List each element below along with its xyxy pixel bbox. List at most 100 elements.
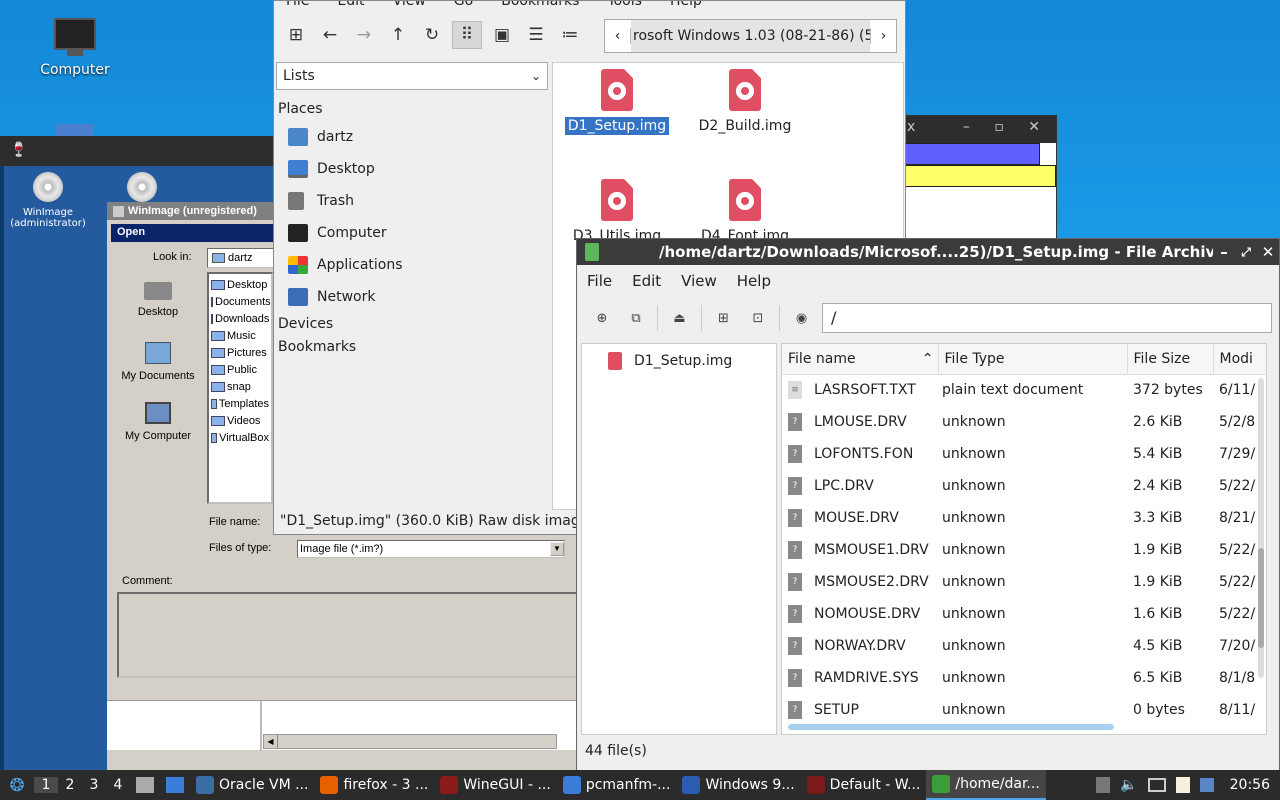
- column-file-type[interactable]: File Type: [938, 344, 1128, 374]
- file-item[interactable]: D1_Setup.img: [564, 69, 670, 135]
- file-item[interactable]: D4_Font.img: [693, 179, 797, 245]
- menu-bookmarks[interactable]: Bookmarks: [501, 1, 579, 9]
- icon-view-icon[interactable]: ⠿: [452, 21, 482, 49]
- workspace-4[interactable]: 4: [106, 777, 130, 793]
- desktop-computer-icon[interactable]: Computer: [40, 18, 110, 78]
- add-folder-icon[interactable]: ⊡: [745, 305, 771, 331]
- compact-view-icon[interactable]: ☰: [522, 21, 550, 49]
- menu-file[interactable]: File: [577, 272, 622, 290]
- column-modified[interactable]: Modi: [1213, 344, 1266, 374]
- winimage-desktop-icon[interactable]: WinImage (administrator): [10, 172, 86, 229]
- new-tab-icon[interactable]: ⊞: [282, 21, 310, 49]
- folder-item[interactable]: Public: [211, 361, 269, 378]
- add-files-icon[interactable]: ⊞: [701, 305, 737, 331]
- menu-view[interactable]: View: [393, 1, 426, 9]
- file-list[interactable]: File name ⌃ File Type File Size Modi ≡ LAS…: [781, 343, 1267, 735]
- tree-item[interactable]: D1_Setup.img: [582, 344, 776, 370]
- folder-item[interactable]: snap: [211, 378, 269, 395]
- task-button[interactable]: Oracle VM ...: [190, 770, 314, 800]
- side-pane-selector[interactable]: Lists ⌄: [276, 62, 548, 90]
- table-row[interactable]: ? NORWAY.DRV unknown 4.5 KiB 7/20/: [782, 630, 1266, 662]
- menu-help[interactable]: Help: [727, 272, 781, 290]
- place-applications[interactable]: Applications: [274, 249, 550, 281]
- scrollbar-thumb[interactable]: [1258, 548, 1264, 648]
- stop-icon[interactable]: ◉: [779, 305, 815, 331]
- thumbnail-view-icon[interactable]: ▣: [488, 21, 516, 49]
- vertical-scrollbar[interactable]: [1258, 378, 1264, 678]
- table-row[interactable]: ? NOMOUSE.DRV unknown 1.6 KiB 5/22/: [782, 598, 1266, 630]
- desktop-folder-icon[interactable]: [56, 124, 94, 136]
- extract-icon[interactable]: ⏏: [657, 305, 693, 331]
- location-field[interactable]: /: [822, 303, 1272, 333]
- chevron-down-icon[interactable]: ▼: [550, 542, 564, 556]
- menu-edit[interactable]: Edit: [337, 1, 364, 9]
- table-row[interactable]: ≡ LASRSOFT.TXT plain text document 372 byte…: [782, 374, 1266, 406]
- workspace-2[interactable]: 2: [58, 777, 82, 793]
- shortcut-my-computer[interactable]: My Computer: [117, 402, 199, 442]
- folder-item[interactable]: Videos: [211, 412, 269, 429]
- show-desktop-icon[interactable]: [166, 777, 184, 793]
- table-row[interactable]: ? MSMOUSE1.DRV unknown 1.9 KiB 5/22/: [782, 534, 1266, 566]
- up-arrow-icon[interactable]: ↑: [384, 21, 412, 49]
- path-scroll-left-icon[interactable]: ‹: [605, 28, 631, 44]
- table-row[interactable]: ? RAMDRIVE.SYS unknown 6.5 KiB 8/1/8: [782, 662, 1266, 694]
- close-icon[interactable]: ✕: [1257, 243, 1279, 261]
- clock[interactable]: 20:56: [1230, 777, 1270, 793]
- new-archive-icon[interactable]: ⊕: [589, 305, 615, 331]
- workspace-3[interactable]: 3: [82, 777, 106, 793]
- table-row[interactable]: ? MSMOUSE2.DRV unknown 1.9 KiB 5/22/: [782, 566, 1266, 598]
- column-file-name[interactable]: File name ⌃: [782, 344, 939, 374]
- place-computer[interactable]: Computer: [274, 217, 550, 249]
- volume-icon[interactable]: 🔈: [1120, 777, 1137, 793]
- folder-list[interactable]: Desktop Documents Downloads Music Pictur…: [207, 272, 273, 504]
- folder-item[interactable]: VirtualBox: [211, 429, 269, 446]
- reload-icon[interactable]: ↻: [418, 21, 446, 49]
- start-menu-icon[interactable]: ❂: [0, 775, 34, 796]
- shortcut-my-documents[interactable]: My Documents: [117, 342, 199, 382]
- minimize-icon[interactable]: –: [1213, 243, 1235, 261]
- scroll-left-icon[interactable]: ◀: [264, 735, 278, 748]
- place-network[interactable]: Network: [274, 281, 550, 313]
- menu-help[interactable]: Help: [670, 1, 702, 9]
- task-button[interactable]: WineGUI - ...: [434, 770, 556, 800]
- workspace-1[interactable]: 1: [34, 777, 58, 793]
- place-desktop[interactable]: Desktop: [274, 153, 550, 185]
- folder-item[interactable]: Templates: [211, 395, 269, 412]
- update-notifier-icon[interactable]: [1199, 778, 1214, 792]
- place-dartz[interactable]: dartz: [274, 121, 550, 153]
- folder-tree[interactable]: D1_Setup.img: [581, 343, 777, 735]
- table-row[interactable]: ? LMOUSE.DRV unknown 2.6 KiB 5/2/8: [782, 406, 1266, 438]
- task-button[interactable]: pcmanfm-...: [557, 770, 677, 800]
- path-scroll-right-icon[interactable]: ›: [870, 28, 896, 44]
- back-arrow-icon[interactable]: ←: [316, 21, 344, 49]
- folder-item[interactable]: Documents: [211, 293, 271, 310]
- task-button[interactable]: firefox - 3 ...: [314, 770, 434, 800]
- clipboard-icon[interactable]: [1175, 777, 1190, 793]
- close-icon[interactable]: x: [907, 119, 915, 140]
- table-row[interactable]: ? LPC.DRV unknown 2.4 KiB 5/22/: [782, 470, 1266, 502]
- file-item[interactable]: D3_Utils.img: [565, 179, 669, 245]
- menu-edit[interactable]: Edit: [622, 272, 671, 290]
- table-row[interactable]: ? SETUP unknown 0 bytes 8/11/: [782, 694, 1266, 726]
- shortcut-desktop[interactable]: Desktop: [125, 282, 191, 318]
- comment-box[interactable]: [117, 592, 580, 678]
- menu-view[interactable]: View: [671, 272, 727, 290]
- task-button[interactable]: /home/dar...: [926, 770, 1046, 800]
- horizontal-scrollbar[interactable]: ◀: [263, 734, 557, 749]
- folder-item[interactable]: Desktop: [211, 276, 269, 293]
- table-row[interactable]: ? LOFONTS.FON unknown 5.4 KiB 7/29/: [782, 438, 1266, 470]
- detailed-view-icon[interactable]: ≔: [556, 21, 584, 49]
- column-file-size[interactable]: File Size: [1127, 344, 1214, 374]
- menu-go[interactable]: Go: [454, 1, 473, 9]
- forward-arrow-icon[interactable]: →: [350, 21, 378, 49]
- folder-item[interactable]: Music: [211, 327, 269, 344]
- place-trash[interactable]: Trash: [274, 185, 550, 217]
- keyboard-icon[interactable]: [1147, 778, 1166, 792]
- menu-file[interactable]: File: [286, 1, 309, 9]
- folder-item[interactable]: Pictures: [211, 344, 269, 361]
- task-button[interactable]: Default - W...: [801, 770, 927, 800]
- folder-item[interactable]: Downloads: [211, 310, 269, 327]
- files-of-type-select[interactable]: Image file (*.im?) ▼: [297, 540, 565, 558]
- open-archive-icon[interactable]: ⧉: [623, 305, 649, 331]
- horizontal-scrollbar[interactable]: [788, 724, 1114, 730]
